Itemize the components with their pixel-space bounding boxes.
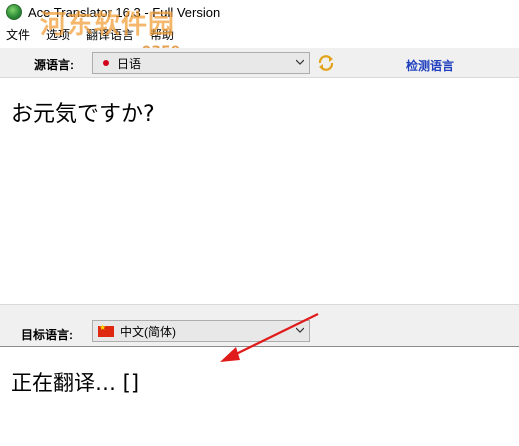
target-language-label: 目标语言: [21,328,73,342]
target-language-select[interactable]: 中文(简体) [92,320,310,342]
japan-flag-icon [101,58,111,68]
source-language-select[interactable]: 日语 [92,52,310,74]
globe-icon [6,4,22,20]
source-language-label: 源语言: [34,58,74,72]
swap-refresh-icon[interactable] [317,54,335,72]
source-text-area[interactable]: お元気ですか? [0,78,519,304]
watermark-text: 河东软件园 [40,10,176,40]
target-language-value: 中文(简体) [120,324,176,339]
chevron-down-icon [296,327,304,333]
china-flag-icon [98,323,114,337]
target-language-bar: 目标语言: 中文(简体) [0,304,519,346]
menu-file[interactable]: 文件 [0,26,38,43]
chevron-down-icon [296,59,304,65]
source-language-value: 日语 [117,56,142,71]
detect-language-link[interactable]: 检测语言 [406,57,454,74]
target-text-area[interactable]: 正在翻译… [] [0,346,519,446]
